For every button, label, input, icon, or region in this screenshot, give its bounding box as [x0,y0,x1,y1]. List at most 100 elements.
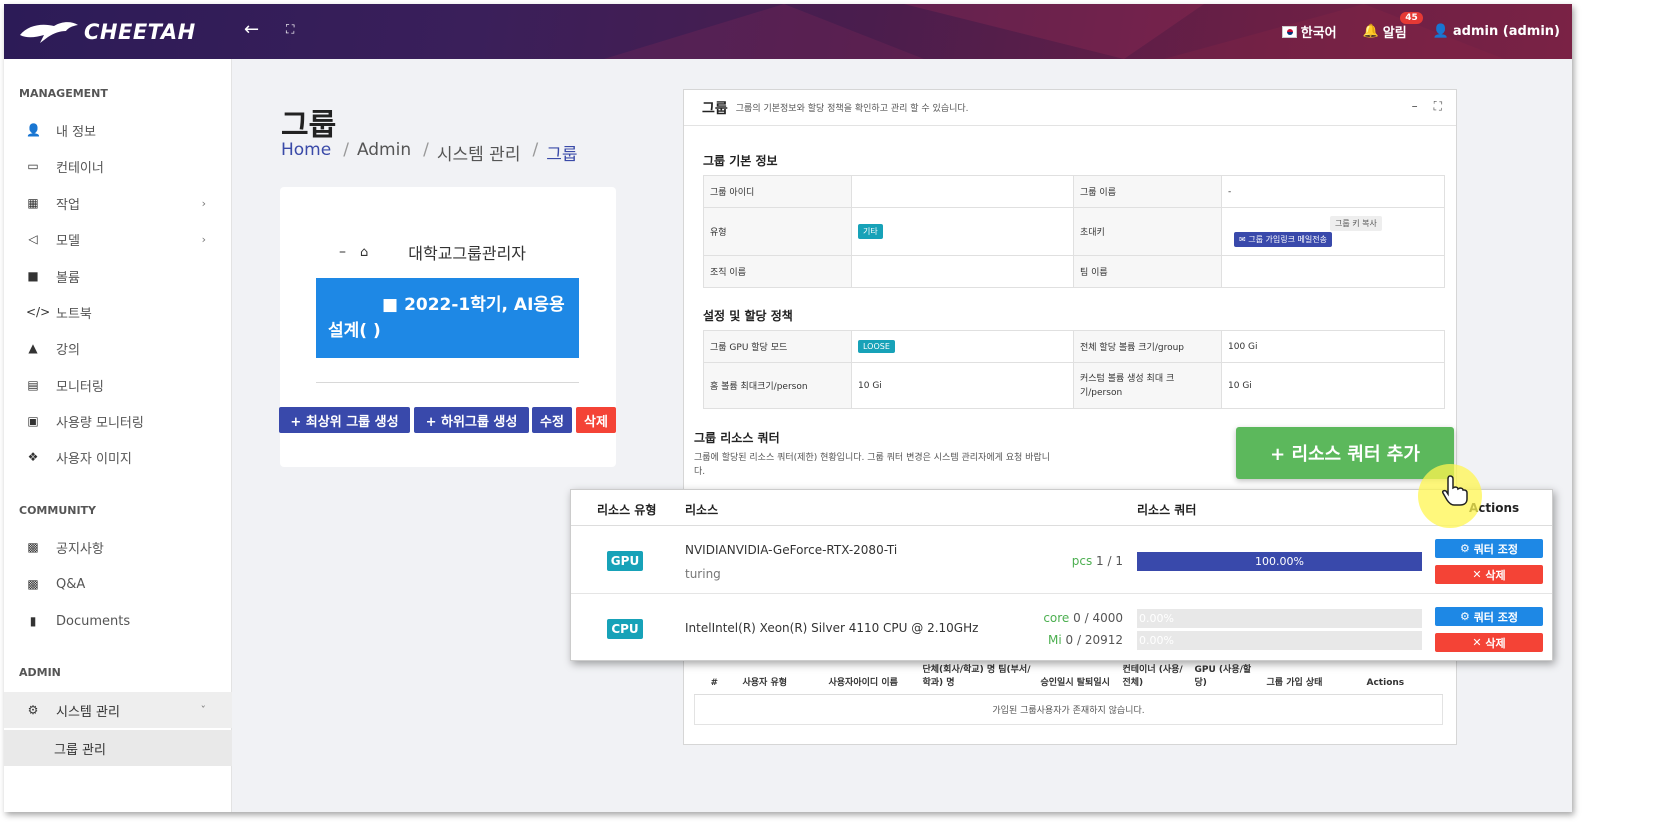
col-actions: Actions [1358,660,1443,695]
type-label: 유형 [703,207,852,256]
comments-icon: ▩ [27,540,39,554]
tree-node-selected[interactable]: ■ 2022-1학기, AI응용 설계( ) [316,278,579,358]
collapse-icon[interactable]: – [339,244,346,260]
tree-node-label-line2: 설계( ) [328,321,381,341]
adjust-quota-button[interactable]: ⚙ 쿼터 조정 [1435,539,1543,558]
group-id-label: 그룹 아이디 [703,175,852,208]
monitor-icon: ▭ [27,159,39,173]
delete-quota-label: 삭제 [1485,636,1506,650]
resource-name: NVIDIANVIDIA-GeForce-RTX-2080-Ti [685,543,898,557]
col-number: # [694,660,735,695]
breadcrumb-system-management[interactable]: 시스템 관리 [437,140,521,165]
sidebar-subitem-group-management[interactable]: 그룹 관리 [4,730,232,766]
user-icon: 👤 [26,123,41,137]
quota-value: Mi 0 / 20912 [1047,633,1123,647]
copy-key-button[interactable]: 그룹 키 복사 [1330,216,1382,231]
tree-node-label-line1: 2022-1학기, AI응용 [404,295,565,315]
sidebar-item-documents[interactable]: ▮ Documents [4,603,232,639]
page-title: 그룹 [281,108,337,143]
breadcrumb-home[interactable]: Home [281,140,331,165]
sidebar-item-model[interactable]: ◁ 모델 › [4,221,232,257]
gear-icon: ⚙ [27,703,39,717]
sidebar-item-system-management[interactable]: ⚙ 시스템 관리 ˇ [4,692,232,728]
sidebar-item-usage-monitoring[interactable]: ▣ 사용량 모니터링 [4,403,232,439]
chart-icon: ▤ [27,378,39,392]
breadcrumb-admin[interactable]: Admin [357,140,411,165]
quota-progress-bar: 100.00% [1137,552,1422,571]
sidebar-item-lecture[interactable]: ▲ 강의 [4,330,232,366]
resource-type-chip: CPU [607,619,643,639]
expand-icon[interactable]: ⛶ [1434,99,1442,114]
chevron-down-icon: ˇ [200,703,207,717]
minimize-icon[interactable]: – [1412,99,1418,114]
resource-type-chip: GPU [607,551,643,571]
resource-sub: turing [685,567,721,581]
sidebar-item-notebook[interactable]: </> 노트북 [4,294,232,330]
col-user-type: 사용자 유형 [734,660,821,695]
col-user-id: 사용자아이디 이름 [820,660,915,695]
sidebar-item-notice[interactable]: ▩ 공지사항 [4,529,232,565]
sidebar-item-label: Documents [56,613,131,629]
language-selector[interactable]: 한국어 [1281,22,1337,41]
home-volume-value: 10 Gi [851,362,1074,409]
user-menu[interactable]: 👤 admin (admin) [1433,24,1560,39]
create-top-group-button[interactable]: + 최상위 그룹 생성 [279,407,410,433]
type-tag: 기타 [858,224,883,239]
sidebar-item-job[interactable]: ▦ 작업 › [4,185,232,221]
tree-root-label: 대학교그룹관리자 [408,244,527,263]
resource-name: IntelIntel(R) Xeon(R) Silver 4110 CPU @ … [685,621,979,635]
sidebar-heading-community: COMMUNITY [19,504,97,517]
mail-invite-button[interactable]: ✉ 그룹 가입링크 메일전송 [1234,232,1332,247]
tree-root[interactable]: – ⌂ 대학교그룹관리자 [339,240,526,264]
notifications-button[interactable]: 🔔 알림 45 [1362,12,1423,41]
fullscreen-button[interactable]: ⛶ [286,22,294,37]
back-button[interactable]: ← [244,19,259,40]
breadcrumb: Home / Admin / 시스템 관리 / 그룹 [281,140,578,165]
quota-description: 그룹에 할당된 리소스 쿼터(제한) 현황입니다. 그룹 쿼터 변경은 시스템 … [694,453,1050,477]
quota-total: 20912 [1084,633,1123,647]
sidebar-item-qna[interactable]: ▩ Q&A [4,566,232,602]
comments-icon: ▩ [27,577,39,591]
quota-unit: core [1043,611,1070,625]
folder-icon: ■ [27,269,39,283]
notifications-label: 알림 [1382,26,1407,41]
sidebar-item-label: 시스템 관리 [56,704,120,720]
quota-unit: pcs [1071,554,1093,568]
edit-group-button[interactable]: 수정 [532,407,572,433]
col-resource: 리소스 [685,503,719,517]
adjust-quota-button[interactable]: ⚙ 쿼터 조정 [1435,607,1543,626]
app-window: CHEETAH ← ⛶ 한국어 🔔 알림 45 👤 admin (admin) [4,4,1572,812]
basic-info-heading: 그룹 기본 정보 [703,154,778,168]
invite-key-label: 초대키 [1073,207,1222,256]
sidebar-item-container[interactable]: ▭ 컨테이너 [4,148,232,184]
custom-volume-value: 10 Gi [1221,362,1445,409]
top-bar: CHEETAH ← ⛶ 한국어 🔔 알림 45 👤 admin (admin) [4,4,1572,59]
gpu-mode-tag: LOOSE [858,340,895,353]
quota-unit: Mi [1047,633,1062,647]
sidebar: MANAGEMENT 👤 내 정보 ▭ 컨테이너 ▦ 작업 › ◁ 모델 › ■ 볼륨 </>… [4,59,232,812]
home-volume-label: 홈 볼륨 최대크기/person [703,362,852,409]
sidebar-item-monitoring[interactable]: ▤ 모니터링 [4,367,232,403]
sidebar-item-my-info[interactable]: 👤 내 정보 [4,112,232,148]
sidebar-item-volume[interactable]: ■ 볼륨 [4,258,232,294]
total-volume-value: 100 Gi [1221,330,1445,363]
sidebar-item-label: 모델 [56,233,80,249]
add-resource-quota-button[interactable]: + 리소스 쿼터 추가 [1236,427,1454,479]
user-icon: 👤 [1432,24,1449,39]
delete-group-button[interactable]: 삭제 [576,407,616,433]
quota-table-header: 리소스 유형 리소스 리소스 쿼터 Actions [571,490,1552,526]
resource-quota-table: 리소스 유형 리소스 리소스 쿼터 Actions GPU NVIDIANVID… [570,489,1553,661]
folder-icon: ■ [382,295,399,315]
sidebar-item-user-image[interactable]: ❖ 사용자 이미지 [4,439,232,475]
gpu-mode-label: 그룹 GPU 할당 모드 [703,330,852,363]
bell-icon: 🔔 [1362,24,1379,39]
close-icon: ✕ [1472,636,1486,649]
create-sub-group-button[interactable]: + 하위그룹 생성 [414,407,529,433]
delete-quota-button[interactable]: ✕ 삭제 [1435,633,1543,652]
brand[interactable]: CHEETAH [18,12,196,52]
delete-quota-button[interactable]: ✕ 삭제 [1435,565,1543,584]
policy-table: 그룹 GPU 할당 모드 LOOSE 전체 할당 볼륨 크기/group 100… [703,330,1445,409]
col-gpu: GPU (사용/할당) [1186,660,1259,695]
quota-used: 0 [1065,633,1074,647]
group-name-value: - [1221,175,1445,208]
